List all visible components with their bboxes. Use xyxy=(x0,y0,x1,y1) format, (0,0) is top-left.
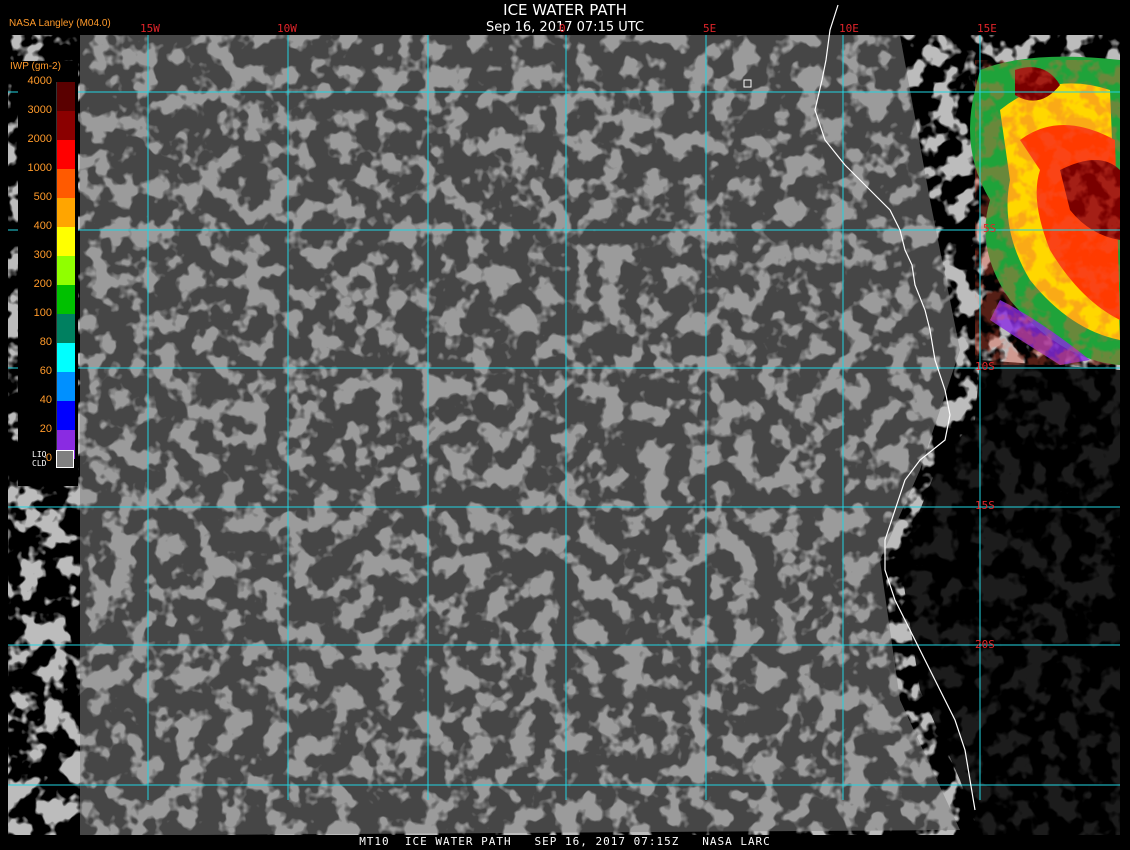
lat-label-15s: 15S xyxy=(975,499,995,512)
liq-label-1: LIQ xyxy=(32,450,47,459)
lon-label-10e: 10E xyxy=(839,22,859,35)
liquid-cloud-deck xyxy=(80,35,960,835)
footer-caption: MT10 ICE WATER PATH SEP 16, 2017 07:15Z … xyxy=(359,835,771,848)
lon-label-10w: 10W xyxy=(277,22,297,35)
ice-water-path-map xyxy=(8,4,1120,835)
legend-swatch xyxy=(56,343,75,372)
lat-label-10s: 10S xyxy=(975,360,995,373)
color-legend: IWP (gm-2) 4000 3000 2000 1000 500 400 300 200 1… xyxy=(10,61,78,486)
lon-label-15e: 15E xyxy=(977,22,997,35)
legend-swatch xyxy=(56,82,75,111)
legend-swatch xyxy=(56,227,75,256)
legend-swatch xyxy=(56,372,75,401)
liquid-cloud-swatch xyxy=(56,450,74,468)
lat-label-5s: 5S xyxy=(983,222,997,235)
legend-swatch xyxy=(56,256,75,285)
map-title: ICE WATER PATH xyxy=(503,1,627,19)
legend-tick-label: 20 xyxy=(39,423,52,435)
legend-units: IWP (gm-2) xyxy=(10,61,61,72)
legend-tick-label: 4000 xyxy=(27,75,52,87)
legend-tick-label: 0 xyxy=(45,452,52,464)
legend-swatch xyxy=(56,401,75,430)
lon-label-5e: 5E xyxy=(703,22,717,35)
legend-tick-label: 400 xyxy=(33,220,52,232)
legend-tick-label: 3000 xyxy=(27,104,52,116)
legend-tick-label: 100 xyxy=(33,307,52,319)
legend-tick-label: 200 xyxy=(33,278,52,290)
lat-label-20s: 20S xyxy=(975,638,995,651)
legend-tick-label: 60 xyxy=(39,365,52,377)
provider-credit: NASA Langley (M04.0) xyxy=(9,18,111,29)
lon-label-0: 0 xyxy=(559,22,566,35)
legend-tick-label: 80 xyxy=(39,336,52,348)
convective-ice-region xyxy=(970,56,1120,366)
legend-swatch xyxy=(56,314,75,343)
lon-label-15w: 15W xyxy=(140,22,160,35)
legend-tick-label: 300 xyxy=(33,249,52,261)
legend-swatch xyxy=(56,169,75,198)
legend-tick-label: 2000 xyxy=(27,133,52,145)
legend-tick-label: 500 xyxy=(33,191,52,203)
legend-swatch xyxy=(56,111,75,140)
legend-swatch xyxy=(56,140,75,169)
legend-tick-label: 40 xyxy=(39,394,52,406)
legend-swatch xyxy=(56,198,75,227)
legend-tick-label: 1000 xyxy=(27,162,52,174)
legend-swatch xyxy=(56,285,75,314)
liq-label-2: CLD xyxy=(32,459,47,468)
